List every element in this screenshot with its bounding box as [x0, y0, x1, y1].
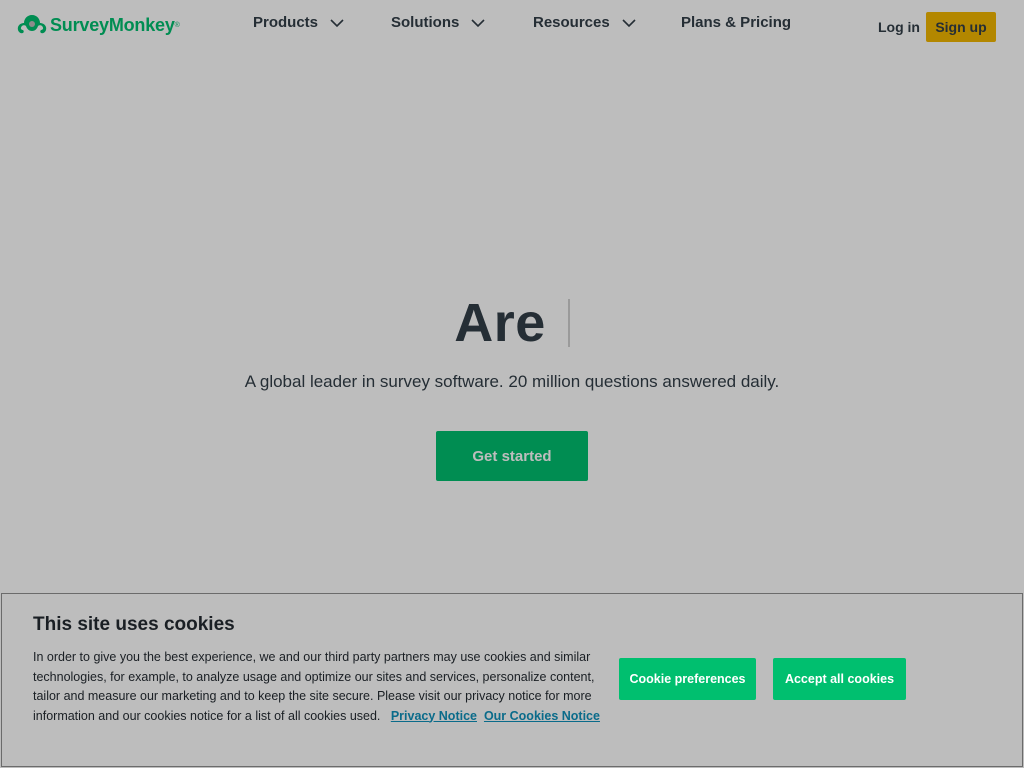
- cookie-banner: This site uses cookies In order to give …: [1, 593, 1023, 767]
- cookie-preferences-button[interactable]: Cookie preferences: [619, 658, 756, 700]
- cookie-banner-body: In order to give you the best experience…: [33, 648, 619, 726]
- accept-all-cookies-button[interactable]: Accept all cookies: [773, 658, 906, 700]
- cookies-notice-link[interactable]: Our Cookies Notice: [484, 709, 600, 723]
- privacy-notice-link[interactable]: Privacy Notice: [391, 709, 477, 723]
- cookie-banner-title: This site uses cookies: [33, 614, 235, 635]
